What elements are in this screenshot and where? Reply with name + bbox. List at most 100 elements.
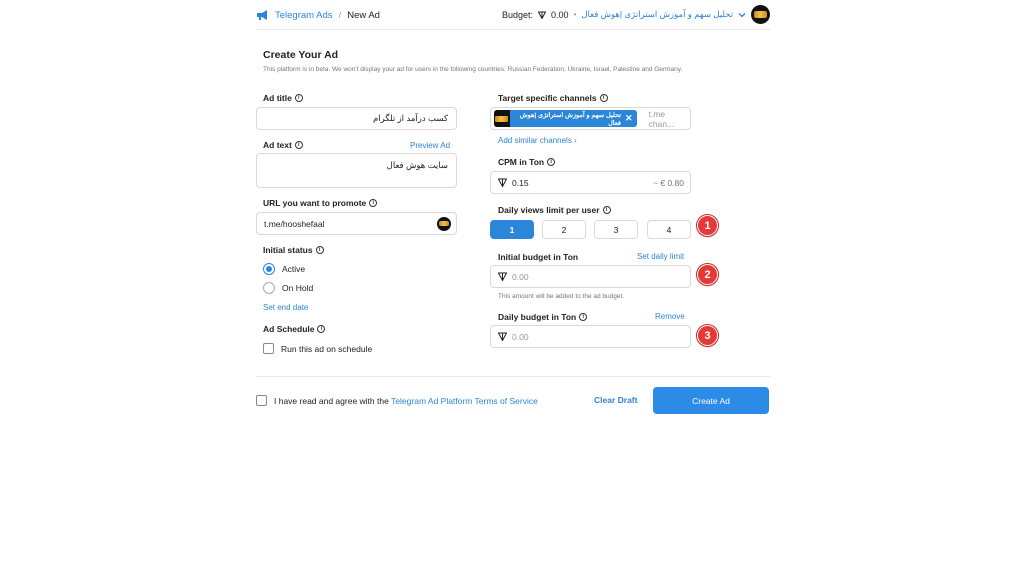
budget-label: Budget:: [502, 9, 534, 20]
create-ad-button[interactable]: Create Ad: [653, 387, 769, 414]
url-label: URL you want to promote i: [263, 198, 378, 208]
annotation-marker-2: 2: [697, 264, 718, 285]
ad-text-input[interactable]: سایت هوش فعال: [256, 153, 457, 188]
cpm-label: CPM in Ton i: [498, 157, 556, 167]
close-icon[interactable]: ✕: [625, 113, 633, 124]
breadcrumb-separator: /: [338, 9, 342, 21]
url-channel-avatar: [437, 216, 451, 231]
schedule-checkbox[interactable]: [263, 343, 274, 354]
target-channels-input[interactable]: تحلیل سهم و آموزش استراتژی |هوش فعال ✕ t…: [490, 107, 691, 130]
url-avatar-logo: [439, 221, 449, 226]
add-similar-channels-text: Add similar channels: [498, 136, 572, 145]
ton-icon: [498, 332, 507, 341]
views-option-4[interactable]: 4: [647, 220, 691, 239]
channel-tag-avatar: [494, 110, 510, 127]
page-title: Create Your Ad: [263, 49, 339, 61]
info-icon[interactable]: i: [579, 313, 588, 321]
terms-link[interactable]: Telegram Ad Platform Terms of Service: [391, 396, 538, 406]
account-channel-name[interactable]: تحلیل سهم و آموزش استراتژی |هوش فعال: [581, 9, 733, 20]
chevron-right-icon: ›: [574, 136, 577, 145]
initial-status-label: Initial status i: [263, 245, 324, 255]
avatar[interactable]: [751, 5, 770, 24]
status-active-radio[interactable]: Active: [263, 263, 305, 275]
set-daily-limit-link[interactable]: Set daily limit: [637, 252, 684, 261]
terms-checkbox-row[interactable]: I have read and agree with the Telegram …: [256, 395, 538, 406]
info-icon[interactable]: i: [369, 199, 378, 207]
views-option-3[interactable]: 3: [594, 220, 638, 239]
target-channels-label-text: Target specific channels: [498, 93, 597, 103]
info-icon[interactable]: i: [294, 94, 303, 102]
cpm-input[interactable]: 0.15 ~ € 0.80: [490, 171, 691, 194]
ad-schedule-label-text: Ad Schedule: [263, 324, 315, 334]
remove-daily-budget-link[interactable]: Remove: [655, 312, 685, 321]
page-subtitle: This platform is in beta. We won't displ…: [263, 66, 683, 73]
schedule-checkbox-row[interactable]: Run this ad on schedule: [263, 343, 372, 354]
chevron-down-icon[interactable]: [738, 11, 746, 19]
ad-text-label: Ad text i: [263, 140, 303, 150]
footer-divider: [256, 376, 770, 377]
target-channels-placeholder: t.me chan...: [648, 108, 675, 129]
url-value: t.me/hooshefaal: [264, 218, 325, 229]
add-similar-channels-link[interactable]: Add similar channels ›: [498, 136, 577, 145]
ad-title-input[interactable]: کسب درآمد از تلگرام: [256, 107, 457, 130]
account-area: Budget: 0.00 • تحلیل سهم و آموزش استراتژ…: [502, 5, 770, 24]
daily-budget-placeholder: 0.00: [512, 331, 529, 342]
daily-budget-label: Daily budget in Ton i: [498, 312, 588, 322]
schedule-checkbox-label: Run this ad on schedule: [281, 343, 373, 354]
url-input[interactable]: t.me/hooshefaal: [256, 212, 457, 235]
channel-tag-logo: [495, 115, 509, 122]
cpm-eur-value: ~ € 0.80: [653, 177, 684, 188]
status-hold-label: On Hold: [282, 283, 314, 293]
ad-title-label: Ad title i: [263, 93, 303, 103]
target-channels-label: Target specific channels i: [498, 93, 608, 103]
url-label-text: URL you want to promote: [263, 198, 367, 208]
radio-unchecked-icon: [263, 282, 275, 294]
preview-ad-link[interactable]: Preview Ad: [410, 141, 450, 150]
budget-value: 0.00: [551, 9, 569, 20]
daily-views-label-text: Daily views limit per user: [498, 205, 600, 215]
initial-budget-placeholder: 0.00: [512, 271, 529, 282]
ad-text-value: سایت هوش فعال: [386, 160, 448, 170]
daily-budget-label-text: Daily budget in Ton: [498, 312, 577, 322]
terms-checkbox[interactable]: [256, 395, 267, 406]
annotation-marker-1: 1: [697, 215, 718, 236]
channel-tag: تحلیل سهم و آموزش استراتژی |هوش فعال ✕: [494, 110, 637, 127]
info-icon[interactable]: i: [602, 206, 611, 214]
set-end-date-link[interactable]: Set end date: [263, 303, 308, 312]
brand-link[interactable]: Telegram Ads: [275, 10, 333, 21]
megaphone-icon: [257, 10, 267, 20]
cpm-input-left: 0.15: [491, 178, 529, 188]
breadcrumb-current: New Ad: [347, 9, 380, 21]
info-icon[interactable]: i: [317, 325, 326, 333]
views-option-1[interactable]: 1: [490, 220, 534, 239]
initial-status-label-text: Initial status: [263, 245, 313, 255]
ad-text-label-text: Ad text: [263, 140, 292, 150]
ad-title-label-text: Ad title: [263, 93, 292, 103]
terms-prefix: I have read and agree with the: [274, 395, 389, 406]
daily-budget-input[interactable]: 0.00: [490, 325, 691, 348]
views-option-2[interactable]: 2: [542, 220, 586, 239]
ad-schedule-label: Ad Schedule i: [263, 324, 326, 334]
daily-views-label: Daily views limit per user i: [498, 205, 611, 215]
info-icon[interactable]: i: [294, 141, 303, 149]
ton-icon: [538, 11, 547, 19]
initial-budget-input[interactable]: 0.00: [490, 265, 691, 288]
ton-icon: [498, 178, 507, 187]
clear-draft-button[interactable]: Clear Draft: [594, 395, 637, 405]
avatar-logo: [754, 11, 767, 18]
cpm-label-text: CPM in Ton: [498, 157, 545, 167]
annotation-marker-3: 3: [697, 325, 718, 346]
info-icon[interactable]: i: [547, 158, 556, 166]
ad-title-value: کسب درآمد از تلگرام: [373, 113, 448, 123]
radio-checked-icon: [263, 263, 275, 275]
initial-budget-label: Initial budget in Ton: [498, 252, 579, 262]
budget-note: This amount will be added to the ad budg…: [498, 293, 625, 300]
cpm-value: 0.15: [512, 177, 529, 188]
status-active-label: Active: [282, 264, 306, 274]
top-bar: Telegram Ads / New Ad Budget: 0.00 • تحل…: [256, 0, 770, 30]
info-icon[interactable]: i: [599, 94, 608, 102]
status-hold-radio[interactable]: On Hold: [263, 282, 313, 294]
terms-text: I have read and agree with the Telegram …: [274, 396, 538, 406]
info-icon[interactable]: i: [315, 246, 324, 254]
ton-icon: [498, 272, 507, 281]
